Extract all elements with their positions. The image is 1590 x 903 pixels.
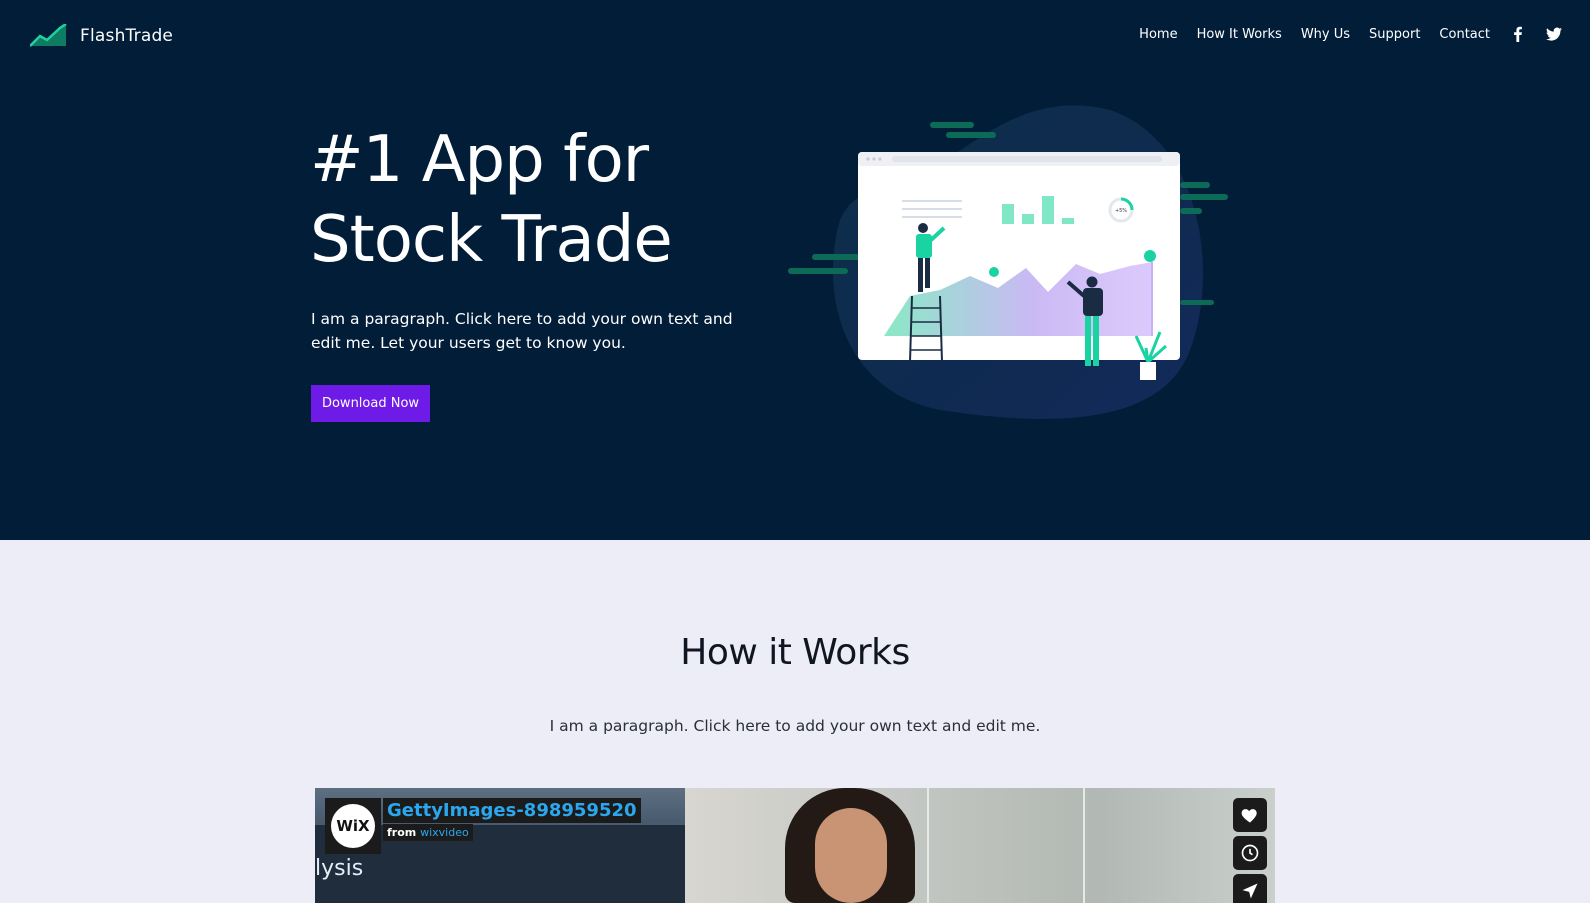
gauge-label: +5%	[1115, 208, 1127, 214]
stock-analytics-illustration: +5%	[788, 105, 1228, 419]
nav-item-how-it-works[interactable]: How It Works	[1197, 27, 1282, 42]
video-person-face	[815, 808, 887, 903]
clock-icon	[1241, 844, 1259, 862]
share-button[interactable]	[1233, 874, 1267, 903]
video-frame-right	[685, 788, 1275, 903]
nav-item-support[interactable]: Support	[1369, 27, 1420, 42]
video-monitor-text: lysis	[315, 856, 364, 881]
nav-item-home[interactable]: Home	[1139, 27, 1177, 42]
wix-logo: WiX	[331, 804, 375, 848]
logo-link[interactable]: FlashTrade	[30, 24, 173, 48]
hero-title: #1 App for Stock Trade	[310, 120, 810, 280]
hero-section: FlashTrade Home How It Works Why Us Supp…	[0, 0, 1590, 540]
video-player[interactable]: lysis WiX GettyImages-898959520 from wix…	[315, 788, 1275, 903]
hero-paragraph[interactable]: I am a paragraph. Click here to add your…	[311, 307, 761, 355]
video-source[interactable]: from wixvideo	[383, 824, 473, 841]
nav-item-why-us[interactable]: Why Us	[1301, 27, 1350, 42]
video-actions	[1233, 798, 1267, 903]
glass-divider	[1083, 788, 1085, 903]
download-now-button[interactable]: Download Now	[311, 385, 430, 422]
hero-title-line-2: Stock Trade	[310, 203, 673, 277]
nav-item-contact[interactable]: Contact	[1439, 27, 1490, 42]
send-icon	[1242, 883, 1258, 899]
watch-later-button[interactable]	[1233, 836, 1267, 870]
facebook-icon[interactable]	[1510, 26, 1526, 42]
brand-name: FlashTrade	[80, 26, 174, 46]
wix-logo-badge[interactable]: WiX	[325, 798, 381, 854]
video-source-link[interactable]: wixvideo	[420, 826, 469, 839]
how-it-works-title: How it Works	[680, 632, 910, 673]
video-title[interactable]: GettyImages-898959520	[383, 798, 641, 823]
how-it-works-paragraph[interactable]: I am a paragraph. Click here to add your…	[0, 717, 1590, 735]
chart-logo-icon	[30, 24, 67, 47]
glass-divider	[927, 788, 929, 903]
heart-icon	[1241, 809, 1257, 823]
like-button[interactable]	[1233, 798, 1267, 832]
twitter-icon[interactable]	[1546, 26, 1562, 42]
hero-title-line-1: #1 App for	[310, 123, 649, 197]
video-from-label: from	[387, 826, 417, 839]
main-nav: Home How It Works Why Us Support Contact	[1120, 26, 1562, 42]
